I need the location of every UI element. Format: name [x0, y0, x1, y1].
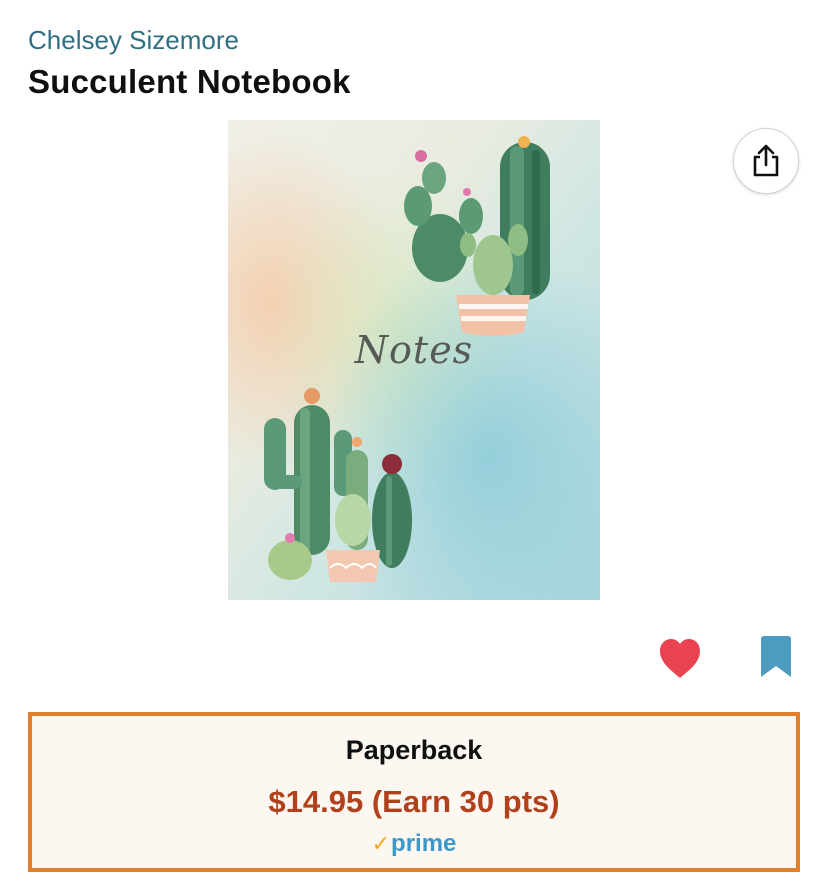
share-icon — [753, 144, 779, 177]
save-button[interactable] — [758, 635, 794, 679]
heart-icon — [660, 639, 700, 678]
product-title: Succulent Notebook — [28, 63, 351, 100]
share-button[interactable] — [733, 128, 799, 194]
author-link[interactable]: Chelsey Sizemore — [28, 22, 239, 58]
format-option-paperback[interactable]: Paperback $14.95 (Earn 30 pts) ✓prime — [28, 712, 800, 872]
check-icon: ✓ — [371, 831, 391, 856]
prime-label: prime — [391, 830, 457, 857]
format-name: Paperback — [345, 735, 483, 765]
prime-badge: ✓prime — [32, 830, 796, 858]
format-price: $14.95 (Earn 30 pts) — [268, 784, 560, 819]
product-page: Chelsey Sizemore Succulent Notebook Note… — [0, 0, 828, 894]
book-cover-image[interactable]: Notes — [228, 120, 600, 600]
bookmark-icon — [761, 636, 791, 677]
favorite-button[interactable] — [656, 636, 704, 680]
cover-title-text: Notes — [354, 328, 474, 372]
